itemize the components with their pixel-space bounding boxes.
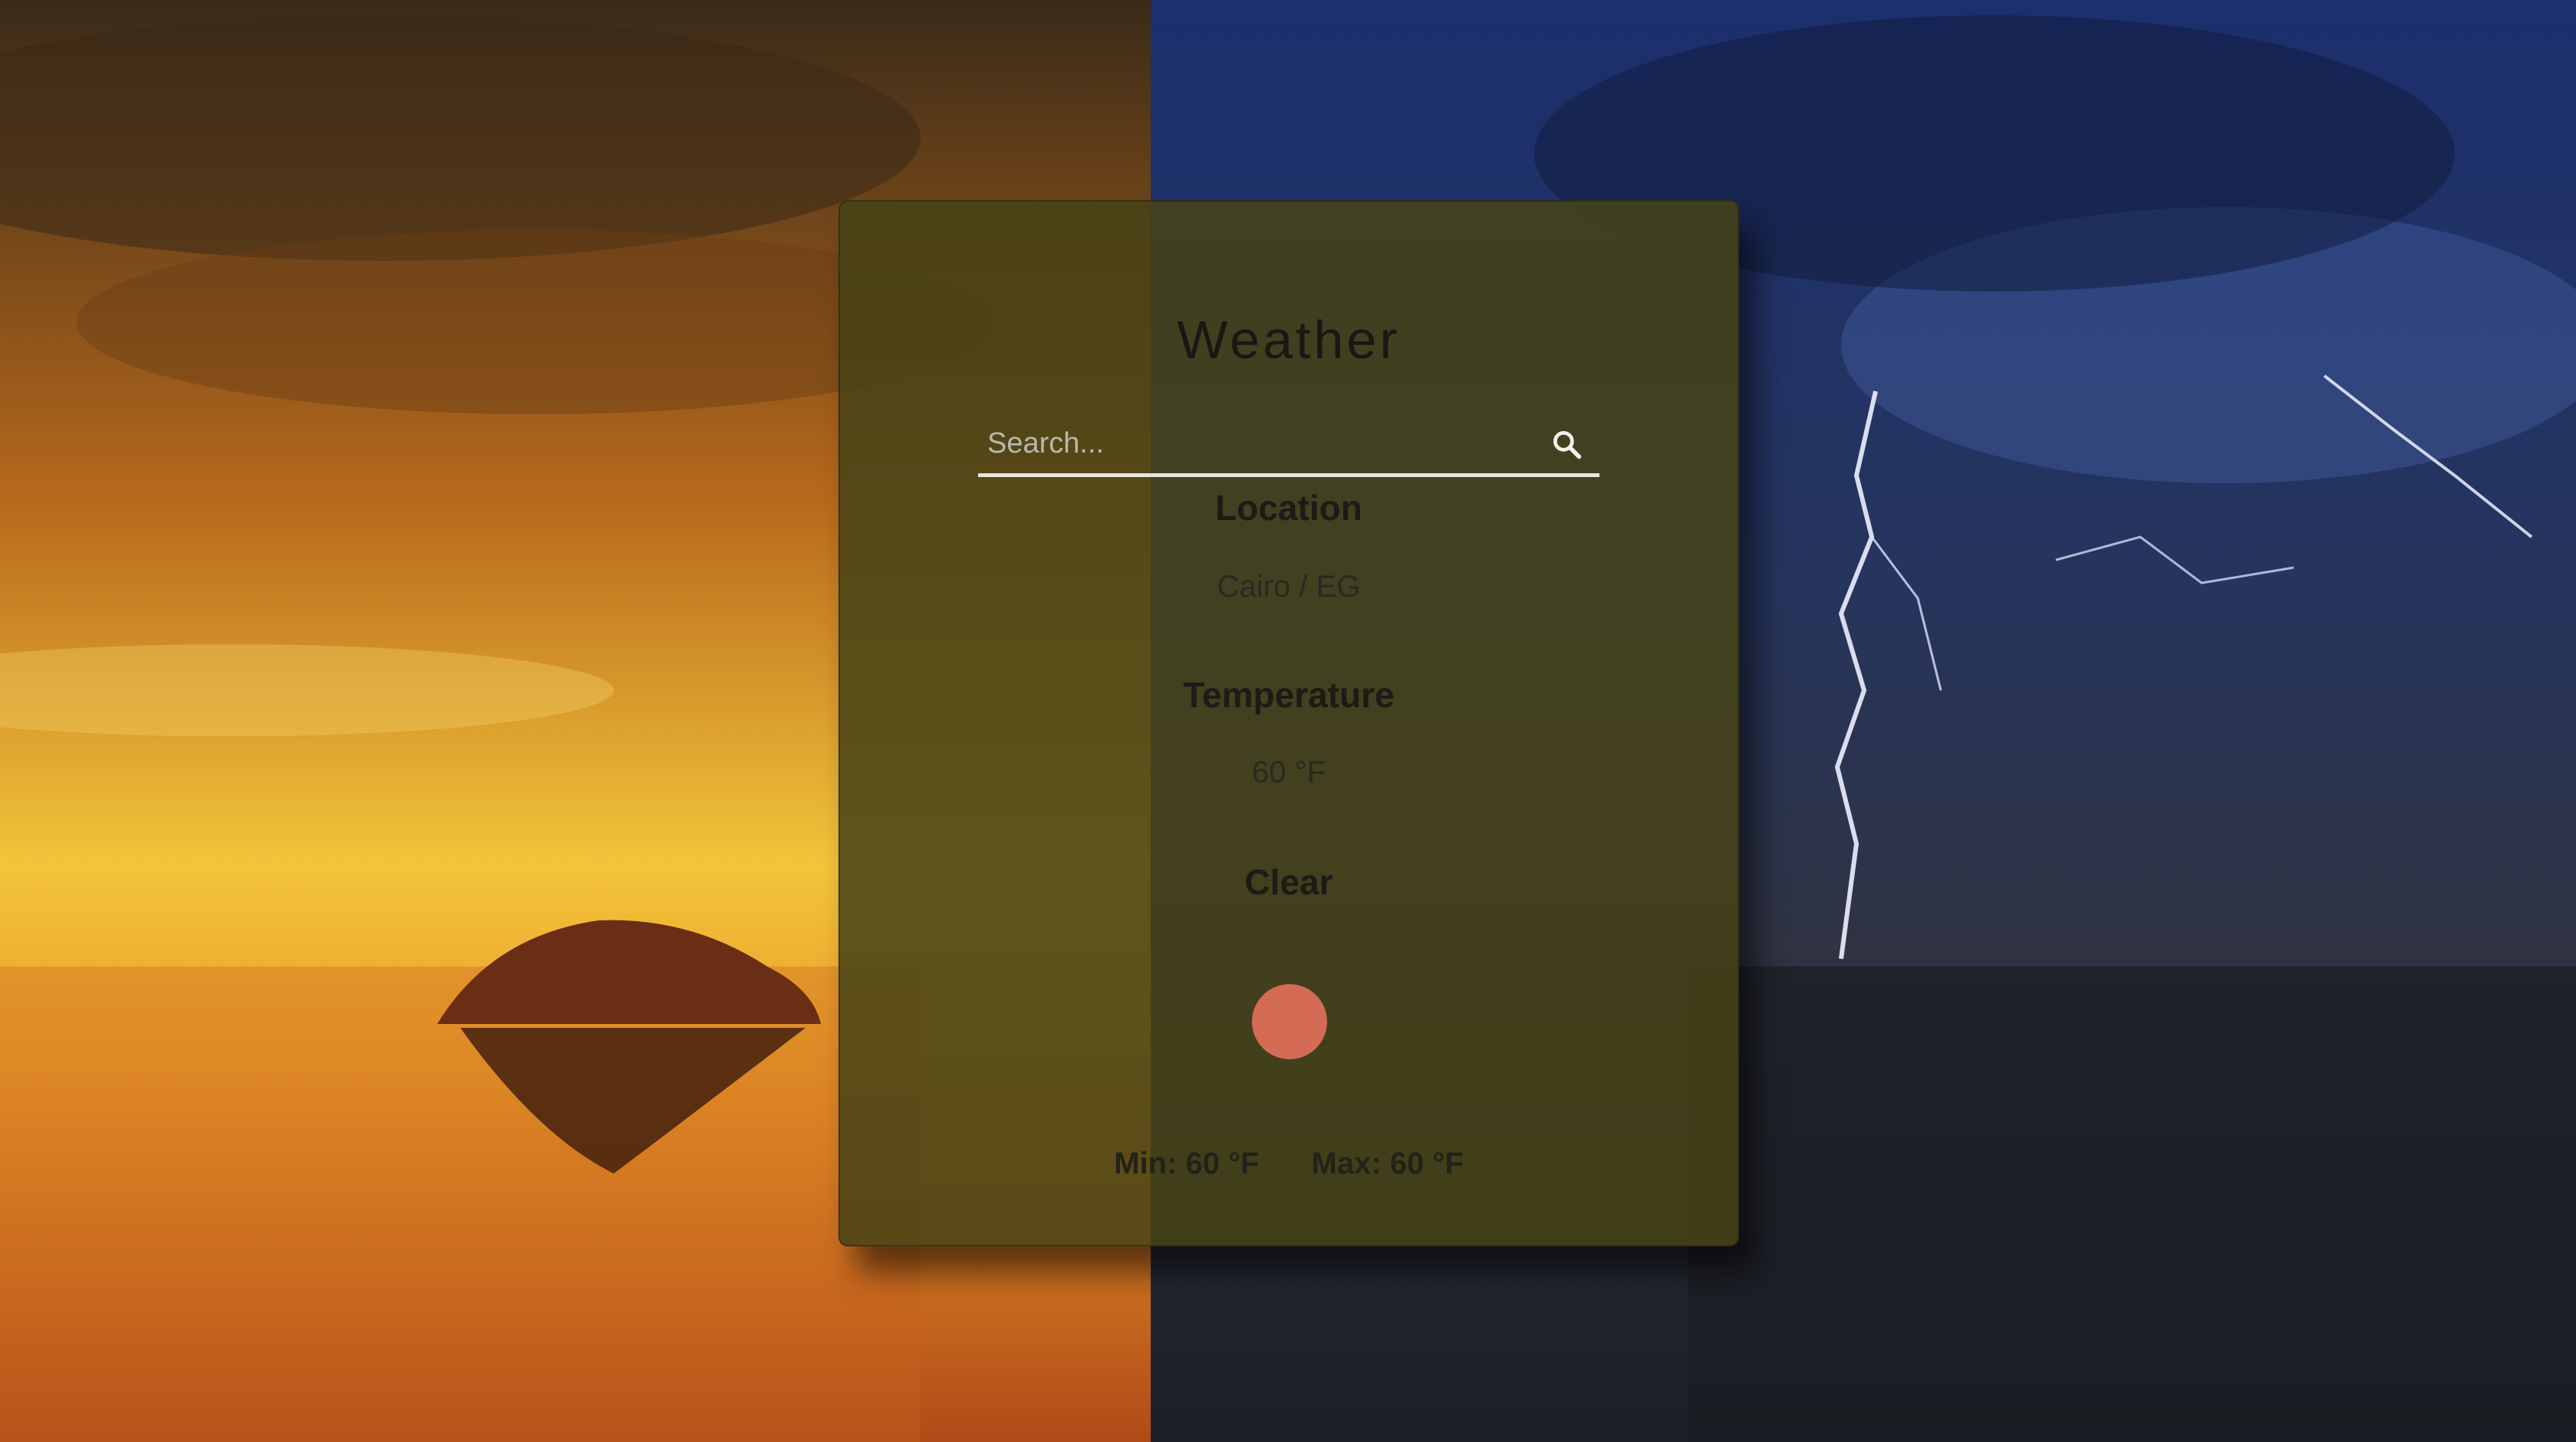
app-title: Weather bbox=[1177, 310, 1401, 370]
location-value: Cairo / EG bbox=[1217, 570, 1361, 604]
sun-circle-icon bbox=[1252, 984, 1327, 1059]
location-label: Location bbox=[1215, 488, 1362, 528]
max-temperature: Max: 60 °F bbox=[1311, 1147, 1464, 1180]
search-input[interactable] bbox=[986, 412, 1510, 475]
temperature-range: Min: 60 °F Max: 60 °F bbox=[840, 1147, 1738, 1181]
search-icon[interactable] bbox=[1550, 427, 1583, 461]
weather-card: Weather Location Cairo / EG Temperature … bbox=[838, 200, 1739, 1246]
temperature-label: Temperature bbox=[1183, 675, 1395, 715]
temperature-value: 60 °F bbox=[1251, 756, 1326, 789]
search-bar bbox=[978, 412, 1599, 477]
condition-label: Clear bbox=[1244, 862, 1333, 902]
min-temperature: Min: 60 °F bbox=[1114, 1147, 1260, 1180]
